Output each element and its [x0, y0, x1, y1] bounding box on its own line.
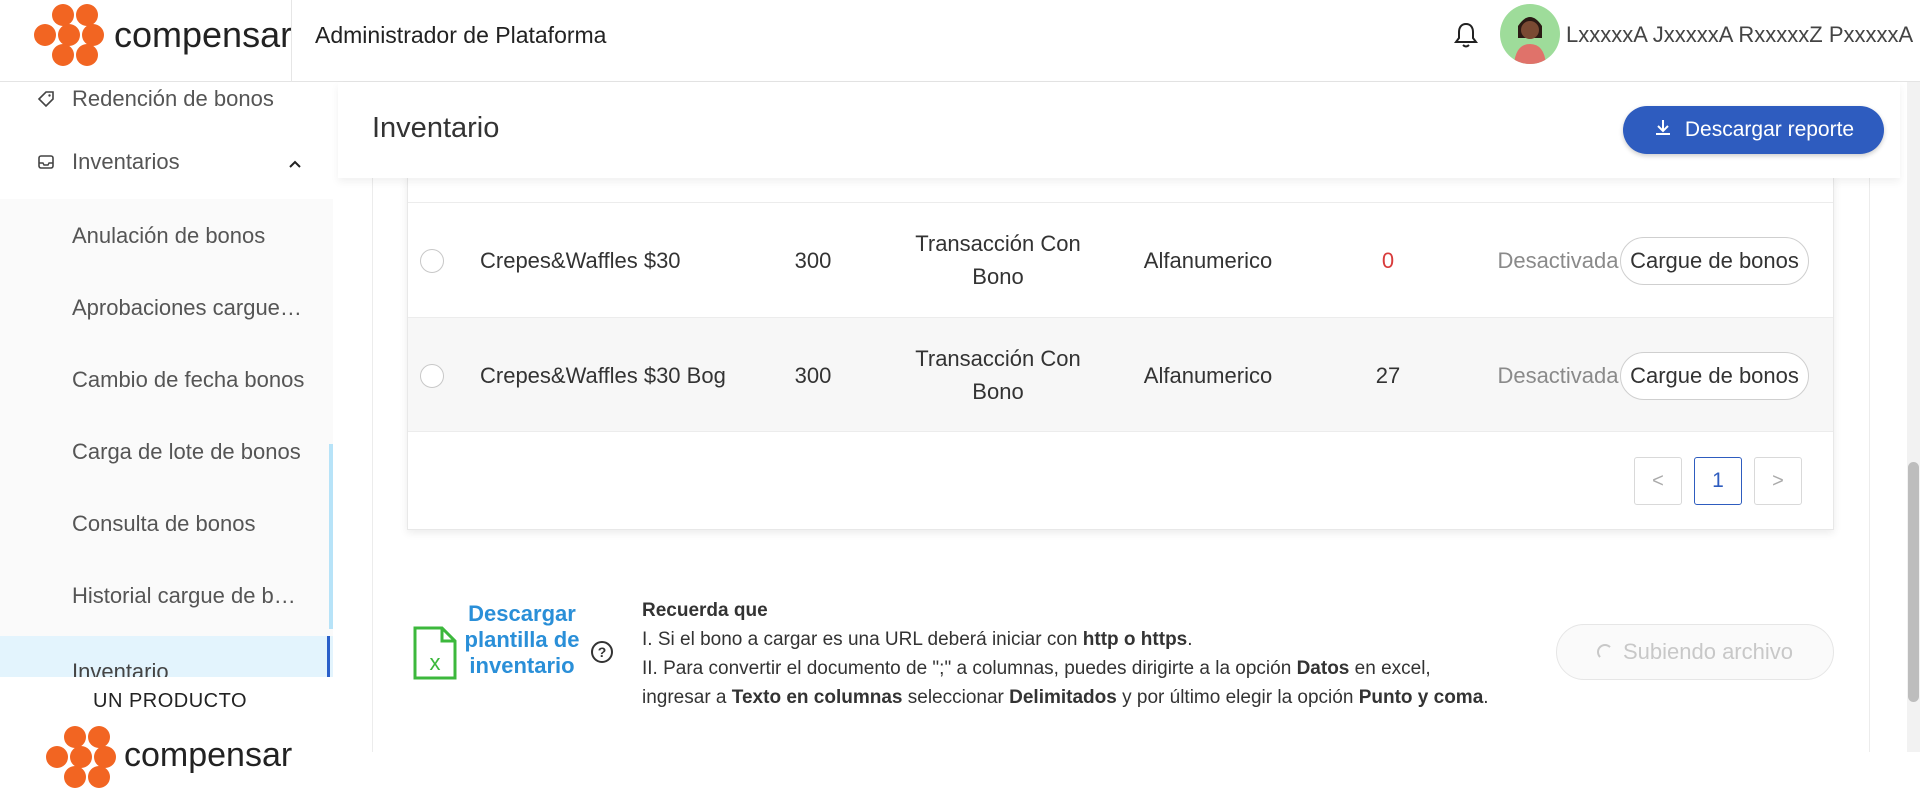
- sidebar-item-anulacion[interactable]: Anulación de bonos: [0, 200, 333, 272]
- uploading-file-button[interactable]: Subiendo archivo: [1556, 624, 1834, 680]
- sidebar-item-aprobaciones[interactable]: Aprobaciones cargue de bonos: [0, 272, 333, 344]
- sidebar-item-label: Carga de lote de bonos: [72, 439, 301, 464]
- upload-instructions: Recuerda que I. Si el bono a cargar es u…: [642, 596, 1542, 712]
- instruction-line-3: ingresar a Texto en columnas seleccionar…: [642, 687, 1489, 708]
- main-scrollbar-thumb[interactable]: [1908, 462, 1919, 702]
- instruction-line-1: I. Si el bono a cargar es una URL deberá…: [642, 629, 1193, 650]
- tag-icon: [36, 89, 56, 109]
- footer-logo-wordmark: compensar: [124, 736, 293, 774]
- sidebar-item-consulta[interactable]: Consulta de bonos: [0, 488, 333, 560]
- cell-name: Crepes&Waffles $30: [480, 247, 681, 273]
- cell-code-type: Alfanumerico: [1143, 247, 1273, 273]
- table-row[interactable]: Crepes&Waffles $30 300 Transacción Con B…: [408, 202, 1833, 316]
- header-divider: [291, 0, 292, 82]
- cell-value: 300: [794, 362, 832, 388]
- cell-type: Transacción Con Bono: [915, 346, 1081, 404]
- top-header: compensar Administrador de Plataforma Lx…: [0, 0, 1920, 82]
- user-avatar[interactable]: [1500, 4, 1560, 64]
- instruction-line-2: II. Para convertir el documento de ";" a…: [642, 658, 1431, 679]
- row-radio[interactable]: [420, 249, 444, 273]
- cell-code-type: Alfanumerico: [1143, 362, 1273, 388]
- download-report-button[interactable]: Descargar reporte: [1623, 106, 1884, 154]
- cargue-bonos-button[interactable]: Cargue de bonos: [1620, 352, 1809, 400]
- inbox-icon: [36, 152, 56, 172]
- svg-text:x: x: [430, 650, 441, 675]
- sidebar-item-label: Anulación de bonos: [72, 223, 266, 248]
- sidebar-item-label: Historial cargue de bonos: [72, 583, 307, 608]
- page-title: Inventario: [372, 112, 500, 144]
- sidebar-item-label: Cambio de fecha bonos: [72, 367, 305, 392]
- reminder-title: Recuerda que: [642, 600, 768, 621]
- platform-title: Administrador de Plataforma: [315, 22, 607, 48]
- download-report-label: Descargar reporte: [1684, 118, 1855, 141]
- bell-icon[interactable]: [1452, 20, 1480, 50]
- sidebar-item-inventarios[interactable]: Inventarios: [0, 126, 333, 198]
- sidebar: Redención de bonos Inventarios Anulación…: [0, 82, 333, 677]
- sidebar-item-carga-lote[interactable]: Carga de lote de bonos: [0, 416, 333, 488]
- sidebar-item-cambio-fecha[interactable]: Cambio de fecha bonos: [0, 344, 333, 416]
- logo-wordmark: compensar: [114, 14, 293, 55]
- upload-label: Subiendo archivo: [1622, 639, 1793, 664]
- table-divider: [408, 431, 1833, 432]
- pagination-page-button[interactable]: 1: [1694, 457, 1742, 505]
- sidebar-item-label: Consulta de bonos: [72, 511, 256, 536]
- pagination-next-button[interactable]: >: [1754, 457, 1802, 505]
- download-template-link[interactable]: Descargar plantilla de inventario: [462, 601, 582, 679]
- sidebar-item-label: Aprobaciones cargue de bonos: [72, 295, 307, 320]
- sidebar-item-historial[interactable]: Historial cargue de bonos: [0, 560, 333, 632]
- sidebar-active-indicator: [327, 636, 330, 678]
- chevron-up-icon[interactable]: [286, 153, 304, 171]
- compensar-logo[interactable]: compensar: [30, 0, 292, 66]
- cell-name: Crepes&Waffles $30 Bog: [480, 362, 726, 388]
- loading-spinner-icon: [1596, 644, 1613, 660]
- cell-count: 0: [1381, 247, 1395, 273]
- sidebar-item-label: Inventario: [72, 659, 169, 677]
- sidebar-item-label: Redención de bonos: [72, 86, 274, 111]
- cell-count: 27: [1375, 362, 1401, 388]
- help-icon[interactable]: ?: [591, 641, 613, 663]
- sidebar-item-inventario[interactable]: Inventario: [0, 636, 333, 677]
- cargue-bonos-button[interactable]: Cargue de bonos: [1620, 237, 1809, 285]
- footer-product-label: UN PRODUCTO: [93, 690, 248, 712]
- user-name[interactable]: LxxxxxA JxxxxxA RxxxxxZ PxxxxxA: [1566, 22, 1913, 48]
- excel-file-icon[interactable]: x: [412, 625, 458, 681]
- cell-type: Transacción Con Bono: [915, 231, 1081, 289]
- download-icon: [1653, 117, 1673, 143]
- row-radio[interactable]: [420, 364, 444, 388]
- pagination-prev-button[interactable]: <: [1634, 457, 1682, 505]
- footer-compensar-logo: compensar: [42, 722, 292, 790]
- cell-value: 300: [794, 247, 832, 273]
- sidebar-item-label: Inventarios: [72, 149, 180, 174]
- table-row[interactable]: Crepes&Waffles $30 Bog 300 Transacción C…: [408, 317, 1833, 431]
